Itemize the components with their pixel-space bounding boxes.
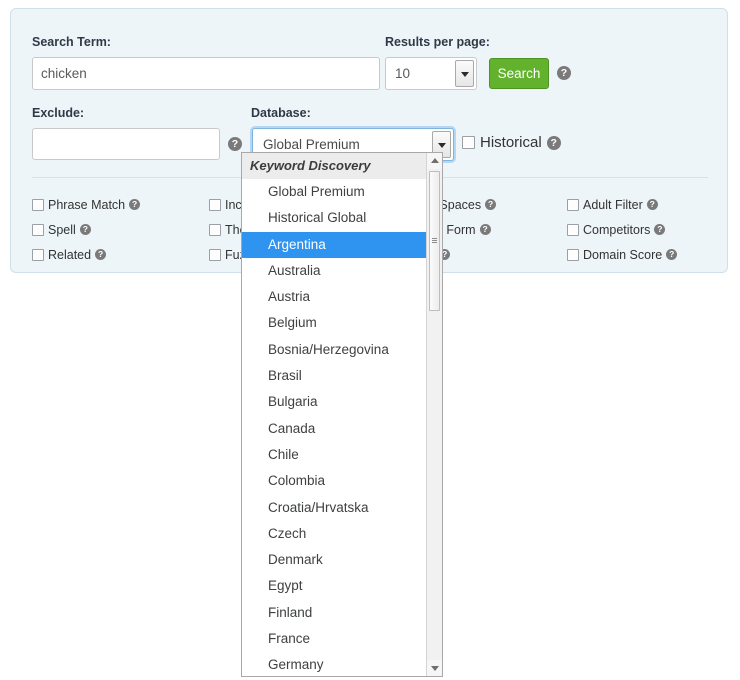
dropdown-options: Keyword Discovery Global Premium Historic… [242,153,427,676]
option-checkbox[interactable] [567,223,579,236]
historical-label: Historical [480,134,542,151]
option-checkbox[interactable] [209,248,221,261]
option-label: Domain Score [583,247,663,262]
historical-help-icon[interactable]: ? [546,135,561,150]
dropdown-option[interactable]: Bulgaria [242,389,427,415]
option-help-icon[interactable]: ? [654,224,666,235]
dropdown-option[interactable]: Germany [242,652,427,676]
dropdown-option[interactable]: Chile [242,442,427,468]
exclude-help-icon[interactable]: ? [228,137,242,151]
scrollbar-thumb[interactable] [429,171,440,311]
results-per-page-dropdown-button[interactable] [455,60,474,87]
option-checkbox[interactable] [32,198,44,211]
dropdown-option[interactable]: Denmark [242,547,427,573]
historical-checkbox-row[interactable]: Historical ? [462,134,561,151]
option-checkbox[interactable] [209,223,221,236]
chevron-down-icon [460,71,469,77]
dropdown-option[interactable]: Finland [242,600,427,626]
option-related[interactable]: Related ? [32,242,140,267]
option-spell[interactable]: Spell ? [32,217,140,242]
scrollbar-grip-icon [432,238,437,244]
dropdown-option[interactable]: Egypt [242,573,427,599]
dropdown-option[interactable]: Global Premium [242,179,427,205]
option-checkbox[interactable] [32,223,44,236]
option-help-icon[interactable]: ? [646,199,658,210]
dropdown-option[interactable]: Colombia [242,468,427,494]
dropdown-option[interactable]: Australia [242,258,427,284]
dropdown-option[interactable]: Brasil [242,363,427,389]
dropdown-option[interactable]: Croatia/Hrvatska [242,495,427,521]
dropdown-scrollbar[interactable] [426,153,442,676]
option-checkbox[interactable] [209,198,221,211]
option-label: Adult Filter [583,197,643,212]
option-help-icon[interactable]: ? [485,199,497,210]
exclude-label: Exclude: [32,106,85,120]
option-label: Phrase Match [48,197,126,212]
option-competitors[interactable]: Competitors ? [567,217,677,242]
dropdown-option[interactable]: Argentina [242,231,427,258]
option-checkbox[interactable] [567,198,579,211]
dropdown-option[interactable]: Czech [242,521,427,547]
dropdown-option[interactable]: France [242,626,427,652]
option-checkbox[interactable] [567,248,579,261]
chevron-down-icon [437,142,446,148]
historical-checkbox[interactable] [462,136,475,149]
dropdown-option[interactable]: Canada [242,416,427,442]
option-label: Spell [48,222,76,237]
search-term-label: Search Term: [32,35,111,49]
database-label: Database: [251,106,311,120]
results-per-page-value: 10 [395,66,411,81]
search-help-icon[interactable]: ? [557,66,571,80]
option-checkbox[interactable] [32,248,44,261]
scroll-up-arrow-icon[interactable] [427,153,442,169]
dropdown-option[interactable]: Austria [242,284,427,310]
option-label: Related [48,247,92,262]
scroll-down-arrow-icon[interactable] [427,660,442,676]
dropdown-option[interactable]: Bosnia/Herzegovina [242,337,427,363]
options-column-4: Adult Filter ? Competitors ? Domain Scor… [567,192,678,267]
database-dropdown-list[interactable]: Keyword Discovery Global Premium Historic… [241,152,443,677]
search-button[interactable]: Search [489,58,549,89]
option-label: Competitors [583,222,651,237]
dropdown-optgroup-label: Keyword Discovery [242,153,427,179]
option-domain-score[interactable]: Domain Score ? [567,242,678,267]
exclude-input[interactable] [32,128,220,160]
dropdown-option[interactable]: Belgium [242,310,427,336]
option-help-icon[interactable]: ? [479,224,491,235]
option-help-icon[interactable]: ? [666,249,678,260]
dropdown-option[interactable]: Historical Global [242,205,427,231]
option-help-icon[interactable]: ? [129,199,141,210]
option-help-icon[interactable]: ? [95,249,107,260]
results-per-page-select[interactable]: 10 [385,57,477,90]
results-per-page-label: Results per page: [385,35,490,49]
option-help-icon[interactable]: ? [79,224,91,235]
search-term-input[interactable] [32,57,380,90]
option-phrase-match[interactable]: Phrase Match ? [32,192,141,217]
option-adult-filter[interactable]: Adult Filter ? [567,192,677,217]
options-column-1: Phrase Match ? Spell ? Related ? [32,192,141,267]
